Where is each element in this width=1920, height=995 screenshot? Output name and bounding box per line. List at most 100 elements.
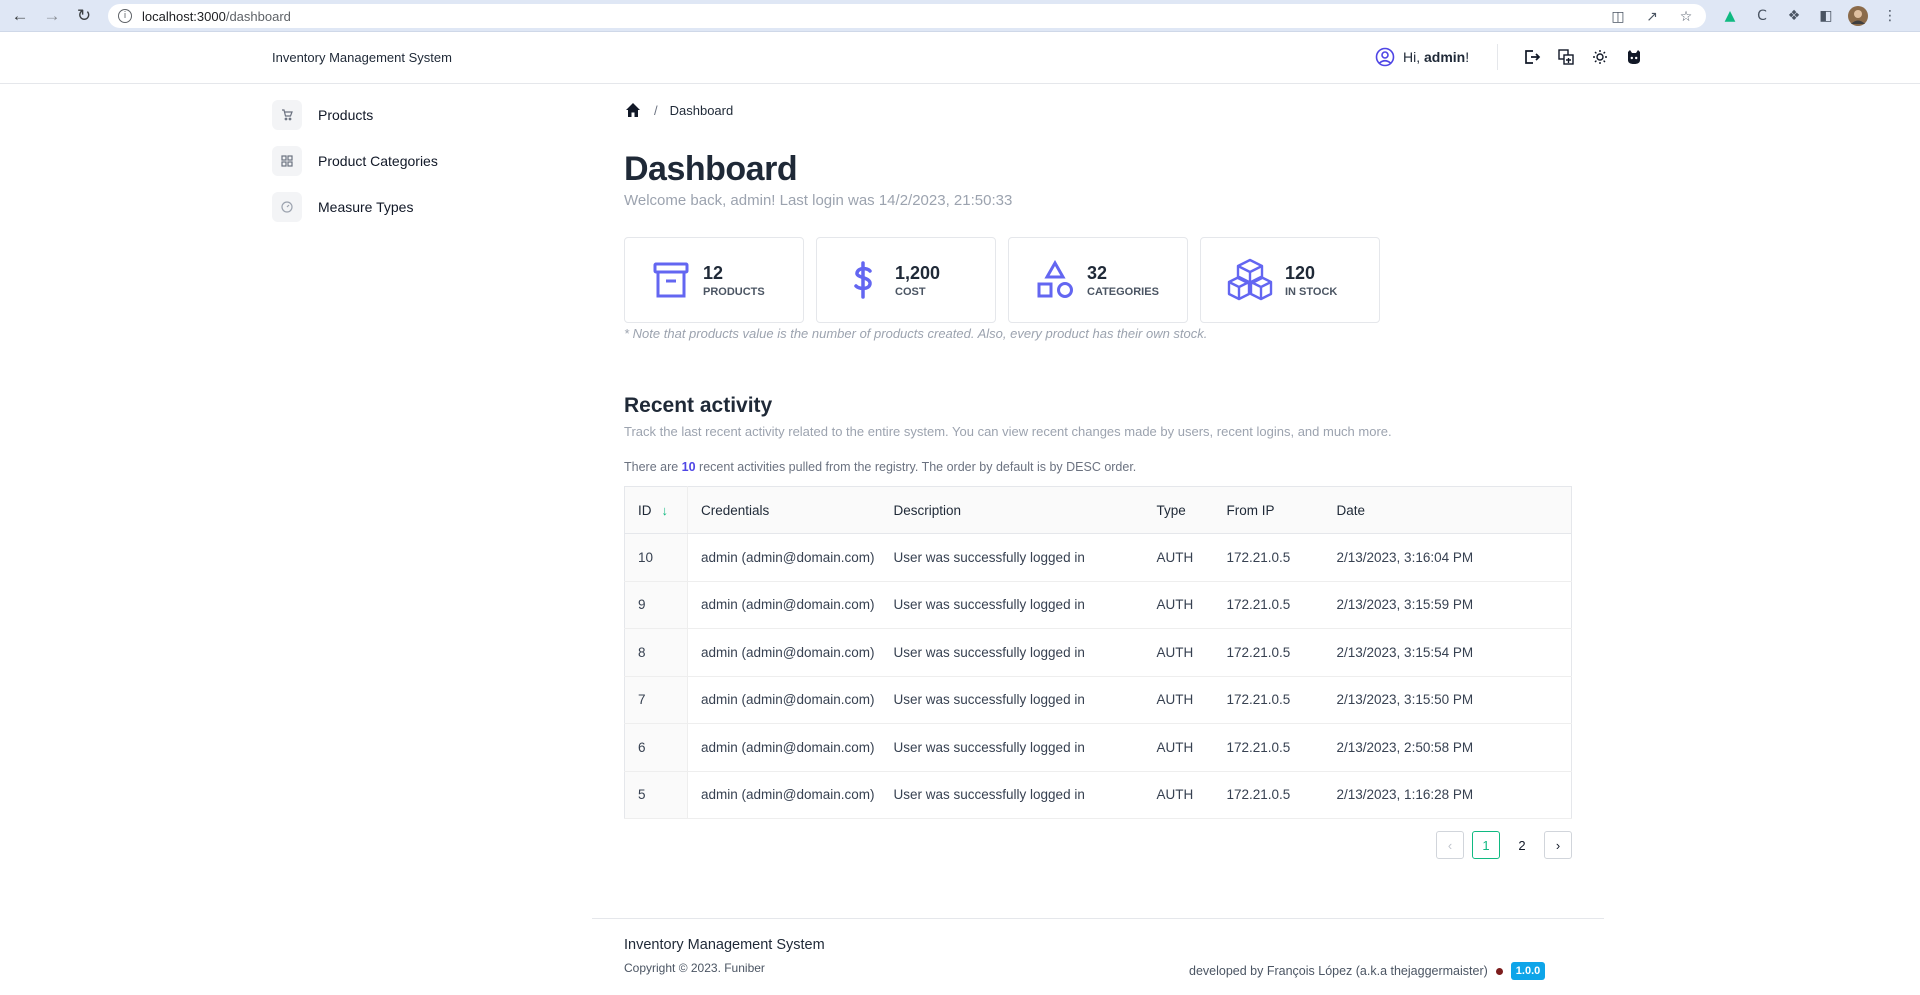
footer-developer: developed by François López (a.k.a theja… — [1189, 962, 1546, 980]
cell-date: 2/13/2023, 2:50:58 PM — [1323, 723, 1572, 772]
browser-toolbar: ← → ↻ i localhost:3000/dashboard ◫ ↗ ☆ ▲… — [0, 0, 1920, 32]
cell-from-ip: 172.21.0.5 — [1213, 581, 1324, 629]
cell-type: AUTH — [1143, 723, 1214, 772]
cell-from-ip: 172.21.0.5 — [1213, 676, 1324, 724]
cell-description: User was successfully logged in — [880, 628, 1144, 677]
table-row[interactable]: 6 admin (admin@domain.com) User was succ… — [624, 723, 1572, 772]
stat-label: COST — [895, 285, 926, 298]
developer-credit[interactable]: developed by François López (a.k.a theja… — [1189, 964, 1488, 978]
sort-desc-icon[interactable]: ↓ — [662, 503, 669, 518]
cell-credentials: admin (admin@domain.com) — [687, 771, 881, 819]
heart-icon — [1495, 967, 1503, 975]
share-icon[interactable]: ↗ — [1642, 7, 1662, 27]
home-icon[interactable] — [624, 101, 642, 119]
cell-description: User was successfully logged in — [880, 533, 1144, 582]
column-header-from-ip[interactable]: From IP — [1213, 486, 1324, 534]
sidebar-item-label: Measure Types — [318, 199, 414, 215]
extension-c-icon[interactable]: C — [1752, 6, 1772, 26]
sidebar: Products Product Categories Measure Type… — [272, 98, 572, 236]
cell-id: 8 — [624, 628, 688, 677]
stat-value: 12 — [703, 262, 724, 283]
page-button-2[interactable]: 2 — [1508, 831, 1536, 859]
table-row[interactable]: 7 admin (admin@domain.com) User was succ… — [624, 676, 1572, 724]
app-header: Inventory Management System Hi, admin! — [0, 32, 1920, 84]
column-header-description[interactable]: Description — [880, 486, 1144, 534]
vue-devtools-icon[interactable]: ▲ — [1720, 6, 1740, 26]
sidebar-item-product-categories[interactable]: Product Categories — [272, 144, 572, 178]
reload-icon[interactable]: ↻ — [72, 4, 96, 28]
activity-count-line: There are 10 recent activities pulled fr… — [624, 460, 1137, 474]
recent-activity-title: Recent activity — [624, 394, 773, 417]
profile-avatar-icon[interactable] — [1848, 6, 1868, 26]
stat-card-cost: 1,200 COST — [816, 237, 996, 323]
stat-card-in-stock: 120 IN STOCK — [1200, 237, 1380, 323]
recent-activity-subtitle: Track the last recent activity related t… — [624, 424, 1392, 439]
page-title: Dashboard — [624, 150, 798, 188]
sidebar-item-measure-types[interactable]: Measure Types — [272, 190, 572, 224]
cell-description: User was successfully logged in — [880, 676, 1144, 724]
user-greeting[interactable]: Hi, admin! — [1375, 47, 1469, 67]
cell-from-ip: 172.21.0.5 — [1213, 723, 1324, 772]
column-header-type[interactable]: Type — [1143, 486, 1214, 534]
stat-value: 32 — [1087, 262, 1108, 283]
cell-from-ip: 172.21.0.5 — [1213, 771, 1324, 819]
dollar-icon — [854, 261, 872, 299]
table-row[interactable]: 10 admin (admin@domain.com) User was suc… — [624, 533, 1572, 582]
shapes-icon — [1037, 260, 1073, 298]
footer-title: Inventory Management System — [624, 937, 825, 953]
cell-description: User was successfully logged in — [880, 771, 1144, 819]
cell-type: AUTH — [1143, 676, 1214, 724]
cart-icon — [272, 100, 302, 130]
stat-label: PRODUCTS — [703, 285, 765, 298]
bookmark-star-icon[interactable]: ☆ — [1676, 7, 1696, 27]
header-divider — [1497, 44, 1498, 70]
column-header-credentials[interactable]: Credentials — [687, 486, 881, 534]
stats-row: 12 PRODUCTS 1,200 COST 32 CATEGORIES 120… — [624, 237, 1380, 323]
breadcrumb-separator: / — [654, 102, 658, 118]
github-icon[interactable] — [1624, 47, 1644, 67]
grid-icon — [272, 146, 302, 176]
extensions-puzzle-icon[interactable]: ❖ — [1784, 6, 1804, 26]
cell-type: AUTH — [1143, 533, 1214, 582]
pagination: ‹ 1 2 › — [1436, 831, 1572, 859]
theme-sun-icon[interactable] — [1590, 47, 1610, 67]
logout-icon[interactable] — [1522, 47, 1542, 67]
cell-id: 5 — [624, 771, 688, 819]
table-row[interactable]: 5 admin (admin@domain.com) User was succ… — [624, 771, 1572, 819]
cell-date: 2/13/2023, 3:15:50 PM — [1323, 676, 1572, 724]
address-bar[interactable]: i localhost:3000/dashboard ◫ ↗ ☆ — [108, 4, 1706, 28]
column-header-id[interactable]: ID ↓ — [624, 486, 688, 534]
browser-menu-icon[interactable]: ⋮ — [1880, 6, 1900, 26]
app-brand[interactable]: Inventory Management System — [272, 50, 452, 65]
stat-card-categories: 32 CATEGORIES — [1008, 237, 1188, 323]
activity-count: 10 — [681, 460, 696, 474]
translate-icon[interactable]: ◫ — [1608, 7, 1628, 27]
back-icon[interactable]: ← — [8, 4, 32, 28]
site-info-icon[interactable]: i — [118, 9, 132, 23]
cell-credentials: admin (admin@domain.com) — [687, 723, 881, 772]
prev-page-button[interactable]: ‹ — [1436, 831, 1464, 859]
table-row[interactable]: 8 admin (admin@domain.com) User was succ… — [624, 628, 1572, 677]
sidebar-item-label: Product Categories — [318, 153, 438, 169]
table-header-row: ID ↓ Credentials Description Type From IP… — [624, 486, 1572, 534]
forward-icon[interactable]: → — [40, 4, 64, 28]
language-icon[interactable] — [1556, 47, 1576, 67]
sidebar-item-products[interactable]: Products — [272, 98, 572, 132]
cell-description: User was successfully logged in — [880, 723, 1144, 772]
cell-credentials: admin (admin@domain.com) — [687, 676, 881, 724]
column-header-date[interactable]: Date — [1323, 486, 1572, 534]
footer-copyright: Copyright © 2023. Funiber — [624, 961, 765, 975]
stat-label: IN STOCK — [1285, 285, 1338, 298]
table-row[interactable]: 9 admin (admin@domain.com) User was succ… — [624, 581, 1572, 629]
next-page-button[interactable]: › — [1544, 831, 1572, 859]
page-button-1[interactable]: 1 — [1472, 831, 1500, 859]
breadcrumb-current: Dashboard — [669, 102, 734, 118]
stat-value: 1,200 — [895, 262, 941, 283]
cell-id: 9 — [624, 581, 688, 629]
stat-card-products: 12 PRODUCTS — [624, 237, 804, 323]
welcome-message: Welcome back, admin! Last login was 14/2… — [624, 192, 1013, 209]
breadcrumb: / Dashboard — [624, 101, 733, 119]
url-text[interactable]: localhost:3000/dashboard — [142, 9, 291, 24]
side-panel-icon[interactable]: ◧ — [1816, 6, 1836, 26]
stat-label: CATEGORIES — [1087, 285, 1159, 298]
